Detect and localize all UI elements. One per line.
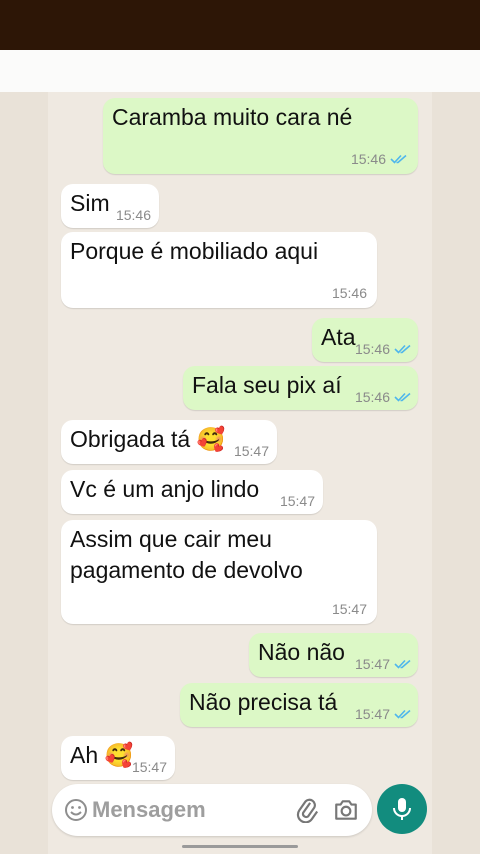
emoji-icon[interactable] (64, 798, 88, 822)
message-time: 15:47 (279, 493, 315, 509)
message-time: 15:47 (131, 759, 167, 775)
header-strip (0, 50, 480, 92)
double-check-icon (394, 392, 411, 402)
message-text-line-2: pagamento de devolvo (70, 557, 303, 583)
status-bar (0, 0, 480, 50)
message-text-line-1: Assim que cair meu (70, 526, 272, 552)
message-outgoing[interactable]: Não precisa tá 15:47 (180, 683, 418, 727)
message-text: Não precisa tá (189, 689, 338, 715)
double-check-icon (394, 659, 411, 669)
double-check-icon (394, 709, 411, 719)
message-time: 15:46 (351, 151, 408, 167)
message-time: 15:47 (331, 601, 367, 617)
message-text: Fala seu pix aí (192, 372, 342, 398)
double-check-icon (394, 344, 411, 354)
camera-icon[interactable] (333, 797, 359, 823)
message-incoming[interactable]: Obrigada tá 🥰 15:47 (61, 420, 277, 464)
message-time: 15:47 (233, 443, 269, 459)
message-time: 15:47 (355, 656, 412, 672)
message-outgoing[interactable]: Fala seu pix aí 15:46 (183, 366, 418, 410)
message-outgoing[interactable]: Caramba muito cara né 15:46 (103, 98, 418, 174)
message-time: 15:46 (331, 285, 367, 301)
message-text: Ata (321, 324, 356, 350)
message-incoming[interactable]: Assim que cair meu pagamento de devolvo … (61, 520, 377, 624)
paperclip-icon[interactable] (294, 797, 320, 823)
message-incoming[interactable]: Sim 15:46 (61, 184, 159, 228)
message-outgoing[interactable]: Não não 15:47 (249, 633, 418, 677)
message-incoming[interactable]: Vc é um anjo lindo 15:47 (61, 470, 323, 514)
message-text: Não não (258, 639, 345, 665)
home-indicator[interactable] (182, 845, 298, 848)
message-text: Caramba muito cara né (112, 104, 353, 130)
message-text: Sim (70, 190, 110, 216)
message-text: Vc é um anjo lindo (70, 476, 260, 502)
message-time: 15:46 (355, 389, 412, 405)
microphone-icon (393, 798, 411, 820)
message-outgoing[interactable]: Ata 15:46 (312, 318, 418, 362)
message-text: Porque é mobiliado aqui (70, 238, 319, 264)
message-composer[interactable]: Mensagem (52, 784, 372, 836)
message-time: 15:46 (115, 207, 151, 223)
message-text: Obrigada tá 🥰 (70, 426, 226, 452)
message-incoming[interactable]: Ah 🥰 15:47 (61, 736, 175, 780)
message-input[interactable]: Mensagem (92, 797, 206, 823)
message-incoming[interactable]: Porque é mobiliado aqui 15:46 (61, 232, 377, 308)
message-time: 15:46 (355, 341, 412, 357)
voice-message-button[interactable] (377, 784, 427, 834)
message-text: Ah 🥰 (70, 742, 134, 768)
double-check-icon (390, 154, 407, 164)
message-time: 15:47 (355, 706, 412, 722)
